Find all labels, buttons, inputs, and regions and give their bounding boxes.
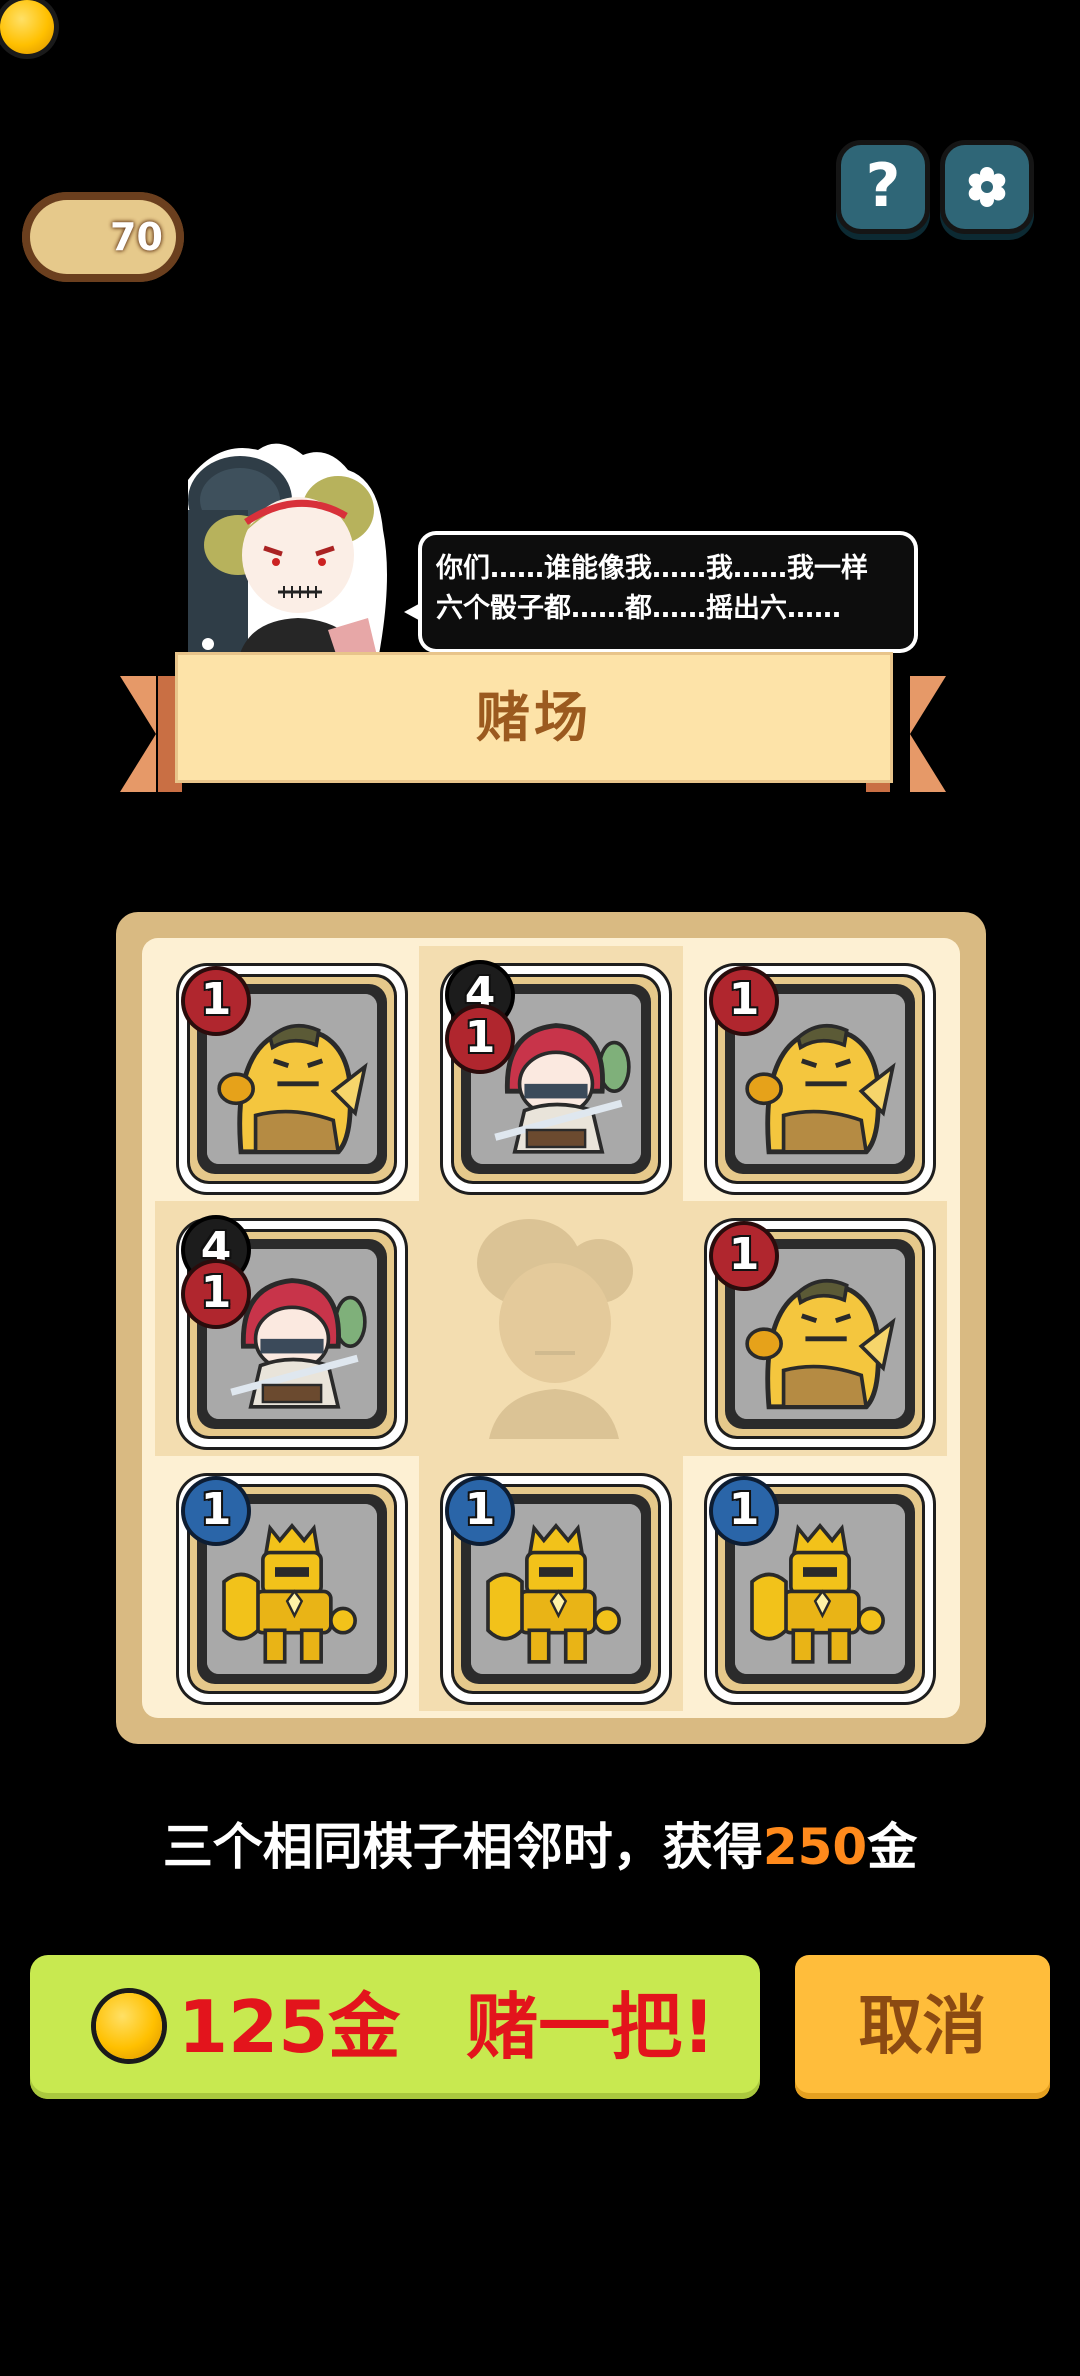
rule-prefix: 三个相同棋子相邻时，获得: [162, 1818, 763, 1876]
board-cell[interactable]: 1: [155, 1456, 419, 1711]
rule-text: 三个相同棋子相邻时，获得250金: [0, 1812, 1080, 1882]
level-badge: 1: [713, 1480, 775, 1542]
question-mark-icon: ?: [865, 151, 901, 221]
board-cell[interactable]: [419, 1201, 683, 1456]
level-badge: 1: [713, 1225, 775, 1287]
game-board: 1411411111: [116, 912, 986, 1744]
cancel-button-label: 取消: [858, 1990, 987, 2064]
rule-suffix: 金: [867, 1818, 918, 1876]
gear-icon: [968, 167, 1006, 207]
board-cell[interactable]: 1: [419, 1456, 683, 1711]
board-cell[interactable]: 1: [683, 1456, 947, 1711]
title-banner: 赌场: [178, 655, 890, 780]
level-badge: 1: [449, 1008, 511, 1070]
cancel-button[interactable]: 取消: [795, 1955, 1050, 2099]
level-badge: 1: [713, 970, 775, 1032]
empty-slot-ghost: [459, 1213, 643, 1439]
bet-cost: 125金: [178, 1985, 401, 2069]
coin-count: 70: [110, 215, 163, 259]
help-button[interactable]: ?: [841, 145, 925, 229]
settings-button[interactable]: [945, 145, 1029, 229]
level-badge: 1: [185, 970, 247, 1032]
board-cell[interactable]: 1: [155, 946, 419, 1201]
speech-bubble: 你们……谁能像我……我……我一样 六个骰子都……都……摇出六……: [422, 535, 914, 649]
gold-coin-icon: [96, 1993, 162, 2059]
ribbon-right: [910, 676, 946, 792]
gold-coin-icon: [0, 0, 54, 54]
rule-amount: 250: [762, 1818, 868, 1876]
board-cell[interactable]: 41: [419, 946, 683, 1201]
speech-line-1: 你们……谁能像我……我……我一样: [436, 553, 868, 584]
bet-text: 赌一把!: [466, 1985, 716, 2069]
board-cell[interactable]: 1: [683, 1201, 947, 1456]
ribbon-left: [120, 676, 156, 792]
level-badge: 1: [185, 1263, 247, 1325]
page-title: 赌场: [476, 686, 592, 749]
board-cell[interactable]: 1: [683, 946, 947, 1201]
level-badge: 1: [449, 1480, 511, 1542]
speech-line-2: 六个骰子都……都……摇出六……: [436, 593, 841, 624]
bet-button-label: 125金 赌一把!: [178, 1955, 715, 2099]
gambler-girl-portrait: [188, 443, 387, 660]
level-badge: 1: [185, 1480, 247, 1542]
board-grid: 1411411111: [142, 938, 960, 1718]
board-cell[interactable]: 41: [155, 1201, 419, 1456]
